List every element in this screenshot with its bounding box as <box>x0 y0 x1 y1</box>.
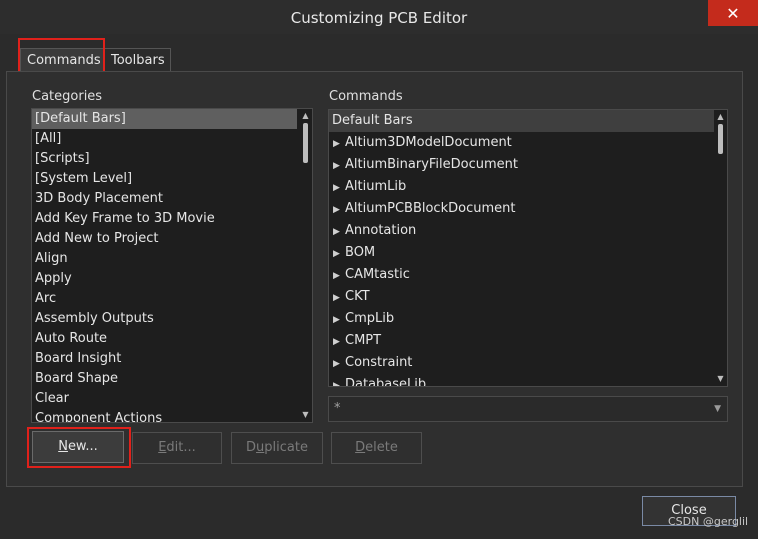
close-icon: ✕ <box>726 3 740 23</box>
window-title: Customizing PCB Editor <box>290 9 468 27</box>
expand-arrow-icon[interactable]: ▶ <box>333 199 345 221</box>
command-item-label: Constraint <box>345 355 413 370</box>
category-item[interactable]: Align <box>32 249 297 269</box>
edit-button-label-post: dit... <box>166 440 196 455</box>
command-item[interactable]: ▶ AltiumLib <box>329 176 727 198</box>
command-item-label: CMPT <box>345 333 382 348</box>
expand-arrow-icon[interactable]: ▶ <box>333 287 345 309</box>
category-item[interactable]: Assembly Outputs <box>32 309 297 329</box>
category-item[interactable]: Auto Route <box>32 329 297 349</box>
filter-value: * <box>334 401 341 416</box>
expand-arrow-icon[interactable]: ▶ <box>333 309 345 331</box>
highlight-box-new <box>27 427 131 468</box>
category-item[interactable]: Component Actions <box>32 409 297 422</box>
command-item-label: CAMtastic <box>345 267 410 282</box>
command-item[interactable]: ▶ CMPT <box>329 330 727 352</box>
commands-scrollbar[interactable]: ▲ ▼ <box>714 110 727 386</box>
category-item[interactable]: 3D Body Placement <box>32 189 297 209</box>
command-item-label: CmpLib <box>345 311 395 326</box>
scrollbar-thumb[interactable] <box>303 123 308 163</box>
scroll-down-icon[interactable]: ▼ <box>716 375 725 383</box>
expand-arrow-icon[interactable]: ▶ <box>333 331 345 353</box>
scroll-up-icon[interactable]: ▲ <box>301 112 310 120</box>
command-filter-combo[interactable]: * ▼ <box>328 396 728 422</box>
command-item[interactable]: ▶ AltiumBinaryFileDocument <box>329 154 727 176</box>
expand-arrow-icon[interactable]: ▶ <box>333 177 345 199</box>
scroll-up-icon[interactable]: ▲ <box>716 113 725 121</box>
category-item[interactable]: Apply <box>32 269 297 289</box>
categories-label: Categories <box>32 89 103 104</box>
title-bar: Customizing PCB Editor ✕ <box>0 0 758 34</box>
delete-button-accel: D <box>355 440 366 455</box>
command-item-label: AltiumBinaryFileDocument <box>345 157 518 172</box>
command-item-label: Altium3DModelDocument <box>345 135 512 150</box>
watermark: CSDN @gerglil <box>668 515 749 528</box>
commands-list[interactable]: Default Bars ▶ Altium3DModelDocument ▶ Alti… <box>328 109 728 387</box>
expand-arrow-icon[interactable]: ▶ <box>333 155 345 177</box>
category-item[interactable]: Board Insight <box>32 349 297 369</box>
delete-button[interactable]: Delete <box>331 432 422 464</box>
command-item[interactable]: ▶ DatabaseLib <box>329 374 727 387</box>
command-item-label: AltiumLib <box>345 179 407 194</box>
scroll-down-icon[interactable]: ▼ <box>301 411 310 419</box>
category-item[interactable]: [System Level] <box>32 169 297 189</box>
duplicate-button-label-pre: D <box>246 440 257 455</box>
expand-arrow-icon[interactable]: ▶ <box>333 353 345 375</box>
duplicate-button-label-post: plicate <box>264 440 308 455</box>
command-item[interactable]: ▶ BOM <box>329 242 727 264</box>
command-item[interactable]: ▶ CAMtastic <box>329 264 727 286</box>
command-item[interactable]: ▶ CKT <box>329 286 727 308</box>
expand-arrow-icon[interactable]: ▶ <box>333 375 345 386</box>
expand-arrow-icon[interactable]: ▶ <box>333 265 345 287</box>
duplicate-button[interactable]: Duplicate <box>231 432 323 464</box>
categories-scrollbar[interactable]: ▲ ▼ <box>299 109 312 422</box>
category-item[interactable]: [All] <box>32 129 297 149</box>
chevron-down-icon[interactable]: ▼ <box>714 397 721 421</box>
edit-button[interactable]: Edit... <box>132 432 222 464</box>
command-item-label: AltiumPCBBlockDocument <box>345 201 516 216</box>
category-item[interactable]: Arc <box>32 289 297 309</box>
delete-button-label-post: elete <box>365 440 398 455</box>
categories-list[interactable]: [Default Bars] [All] [Scripts] [System Leve… <box>31 108 313 423</box>
window-close-button[interactable]: ✕ <box>708 0 758 26</box>
category-item[interactable]: Add Key Frame to 3D Movie <box>32 209 297 229</box>
command-item[interactable]: ▶ AltiumPCBBlockDocument <box>329 198 727 220</box>
expand-arrow-icon[interactable]: ▶ <box>333 221 345 243</box>
category-item[interactable]: Board Shape <box>32 369 297 389</box>
tab-toolbars[interactable]: Toolbars <box>104 48 171 72</box>
command-item[interactable]: ▶ Annotation <box>329 220 727 242</box>
category-item[interactable]: [Scripts] <box>32 149 297 169</box>
commands-list-header: Default Bars <box>329 110 727 132</box>
category-item[interactable]: Clear <box>32 389 297 409</box>
command-item-label: DatabaseLib <box>345 377 427 387</box>
expand-arrow-icon[interactable]: ▶ <box>333 243 345 265</box>
command-item-label: Annotation <box>345 223 417 238</box>
category-item[interactable]: [Default Bars] <box>32 109 297 129</box>
command-item-label: CKT <box>345 289 370 304</box>
category-item[interactable]: Add New to Project <box>32 229 297 249</box>
command-item-label: BOM <box>345 245 376 260</box>
command-item[interactable]: ▶ Altium3DModelDocument <box>329 132 727 154</box>
commands-label: Commands <box>329 89 403 104</box>
expand-arrow-icon[interactable]: ▶ <box>333 133 345 155</box>
scrollbar-thumb[interactable] <box>718 124 723 154</box>
command-item[interactable]: ▶ Constraint <box>329 352 727 374</box>
command-item[interactable]: ▶ CmpLib <box>329 308 727 330</box>
